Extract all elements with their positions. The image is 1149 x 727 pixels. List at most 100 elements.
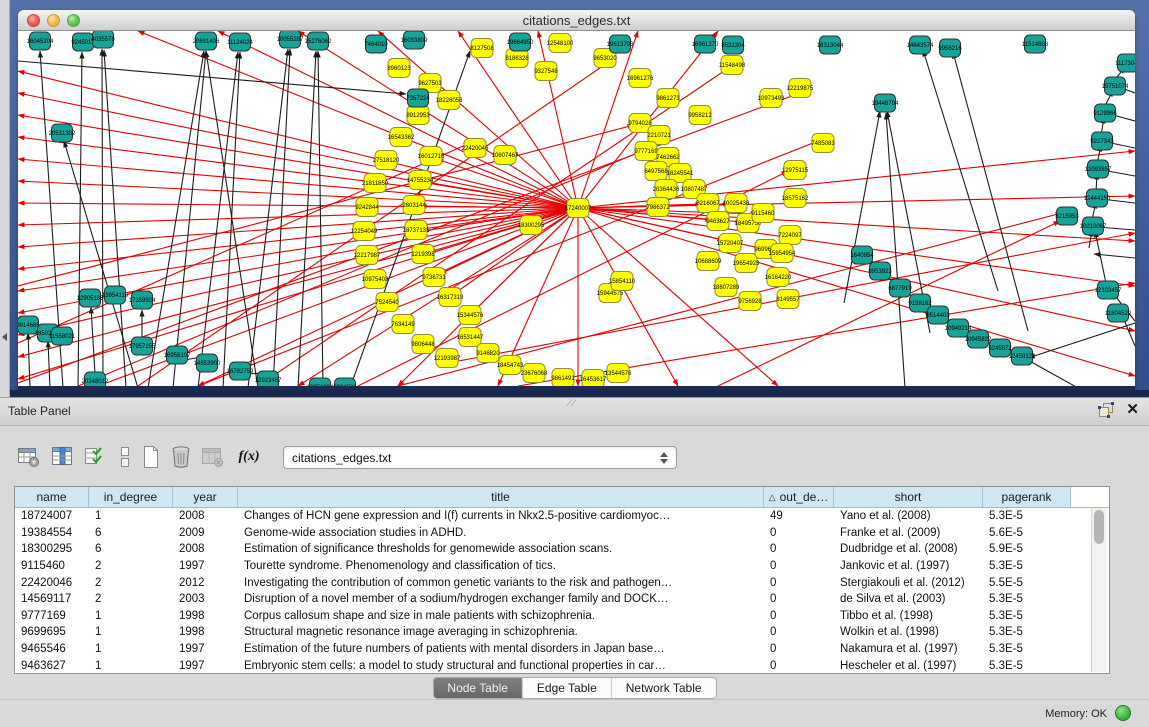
network-node[interactable]: 12254049 [351,222,378,241]
table-cell[interactable]: 0 [764,577,834,589]
network-node[interactable]: 1640954 [850,246,874,264]
network-node[interactable]: 8953923 [868,262,892,280]
network-node[interactable]: 8127508 [470,39,494,58]
network-node[interactable]: 9129966 [1093,104,1117,122]
table-cell[interactable]: Tourette syndrome. Phenomenology and cla… [238,560,764,572]
network-node[interactable]: 12905185 [77,289,104,307]
table-cell[interactable]: 0 [764,626,834,638]
panel-resize-grip[interactable]: ⟋⟋ [566,398,575,409]
network-edge[interactable] [148,51,204,386]
table-row[interactable]: 977716911998Corpus callosum shape and si… [15,608,1109,625]
network-node[interactable]: 12548100 [547,34,574,53]
table-cell[interactable]: 6 [89,527,173,539]
network-node[interactable]: 10973493 [758,89,785,108]
close-panel-icon[interactable]: ✕ [1126,402,1139,418]
network-node[interactable]: 27518120 [373,151,400,170]
network-node[interactable]: 14853900 [194,354,221,372]
network-node[interactable]: 7634149 [391,315,415,334]
network-node[interactable]: 9958212 [688,106,712,125]
network-node[interactable]: 22420046 [462,139,489,158]
network-edge[interactable] [78,52,82,386]
table-cell[interactable]: 5.3E-5 [983,593,1071,605]
table-cell[interactable]: 9777169 [15,610,89,622]
network-node[interactable]: 9736731 [422,268,446,287]
table-cell[interactable]: de Silva et al. (2003) [834,593,983,605]
table-cell[interactable]: 1 [89,510,173,522]
table-cell[interactable]: 2008 [173,510,238,522]
network-node[interactable]: 10055287 [277,31,304,48]
network-node[interactable]: 9756928 [738,292,762,311]
table-cell[interactable]: Franke et al. (2009) [834,527,983,539]
network-node[interactable]: 8149557 [776,290,800,309]
network-node[interactable]: 17957255 [129,337,156,355]
table-row[interactable]: 911546021997Tourette syndrome. Phenomeno… [15,558,1109,575]
table-row[interactable]: 1830029562008Estimation of significance … [15,541,1109,558]
network-node[interactable]: 16012716 [418,147,445,166]
network-node[interactable]: 11173045 [1115,54,1135,72]
table-cell[interactable]: 0 [764,560,834,572]
table-cell[interactable]: 9115460 [15,560,89,572]
network-node[interactable]: 8912953 [406,106,430,125]
network-node[interactable]: 20364436 [653,180,680,199]
network-node[interactable]: 9777169 [634,142,658,161]
network-node[interactable]: 15344576 [457,306,484,325]
column-header-out_de[interactable]: △out_de… [764,487,834,507]
table-cell[interactable]: 49 [764,510,834,522]
table-cell[interactable]: 18724007 [15,510,89,522]
network-node[interactable]: 16951304 [307,378,334,386]
table-cell[interactable]: 0 [764,660,834,672]
network-node[interactable]: 9242844 [355,198,379,217]
network-view[interactable]: 1724000718226058962750389601238912953165… [18,31,1135,386]
table-cell[interactable]: 9699695 [15,626,89,638]
table-cell[interactable]: 6 [89,543,173,555]
column-header-name[interactable]: name [15,487,89,507]
network-node[interactable]: 8960123 [387,59,411,78]
table-cell[interactable]: 1 [89,610,173,622]
network-edge[interactable] [64,141,138,386]
network-node[interactable]: 7464010 [364,35,388,53]
network-node[interactable]: 10025438 [723,194,750,213]
table-cell[interactable]: 5.3E-5 [983,510,1071,522]
network-node[interactable]: 11804520 [1105,304,1132,322]
float-panel-icon[interactable] [1098,402,1114,418]
network-node[interactable]: 9115460 [752,204,776,223]
table-cell[interactable]: 22420046 [15,577,89,589]
table-cell[interactable]: 5.3E-5 [983,643,1071,655]
network-node[interactable]: 16961276 [627,69,654,88]
network-edge[interactable] [48,341,50,386]
network-node[interactable]: 15276062 [305,32,332,50]
table-cell[interactable]: 1 [89,660,173,672]
table-cell[interactable]: 1997 [173,660,238,672]
network-node[interactable]: 4035578 [91,31,115,48]
table-cell[interactable]: 0 [764,593,834,605]
table-row[interactable]: 1456911722003Disruption of a novel membe… [15,591,1109,608]
table-cell[interactable]: 5.6E-5 [983,527,1071,539]
table-cell[interactable]: 19384554 [15,527,89,539]
network-node[interactable]: 9924501 [333,378,357,386]
network-node[interactable]: 16961270 [692,35,719,53]
table-cell[interactable]: 2012 [173,577,238,589]
network-node[interactable]: 11548498 [719,56,746,75]
table-cell[interactable]: 2009 [173,527,238,539]
network-node[interactable]: 14643574 [907,36,934,54]
table-cell[interactable]: 18300295 [15,543,89,555]
table-cell[interactable]: 1 [89,643,173,655]
network-node[interactable]: 10688609 [695,252,722,271]
network-edge[interactable] [1026,359,1078,386]
tab-network-table[interactable]: Network Table [612,678,716,698]
table-cell[interactable]: Yano et al. (2008) [834,510,983,522]
table-cell[interactable]: Disruption of a novel member of a sodium… [238,593,764,605]
table-cell[interactable]: Tibbo et al. (1998) [834,610,983,622]
table-cell[interactable]: Genome-wide association studies in ADHD. [238,527,764,539]
table-cell[interactable]: Investigating the contribution of common… [238,577,764,589]
network-edge[interactable] [258,67,730,386]
network-node[interactable]: 7524540 [375,293,399,312]
network-node[interactable]: 9806448 [411,335,435,354]
network-node[interactable]: 8216067 [696,194,720,213]
show-columns-button[interactable] [48,442,78,472]
zoom-window-icon[interactable] [67,14,80,27]
table-cell[interactable]: 5.3E-5 [983,626,1071,638]
network-node[interactable]: 8531304 [721,36,745,54]
table-cell[interactable]: Stergiakouli et al. (2012) [834,577,983,589]
tab-node-table[interactable]: Node Table [433,678,523,698]
